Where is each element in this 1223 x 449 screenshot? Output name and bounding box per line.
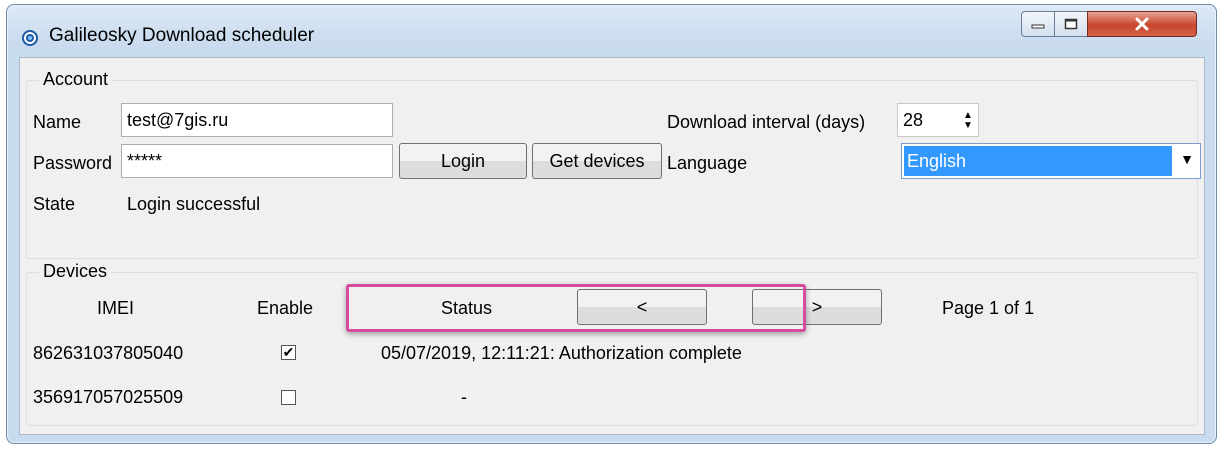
login-button[interactable]: Login [399, 143, 527, 179]
devices-group-title: Devices [39, 261, 112, 282]
checkmark-icon: ✔ [282, 344, 295, 360]
chevron-down-icon[interactable]: ▼ [1180, 151, 1194, 167]
state-value: Login successful [127, 194, 261, 214]
title-bar[interactable]: Galileosky Download scheduler [7, 5, 1216, 55]
imei-column-header: IMEI [97, 298, 135, 318]
enable-column-header: Enable [257, 298, 314, 318]
minimize-button[interactable] [1021, 11, 1055, 37]
interval-spinner[interactable]: ▲ ▼ [959, 107, 977, 135]
device-imei: 862631037805040 [33, 343, 184, 363]
language-selected-value: English [904, 146, 1172, 176]
app-window: Galileosky Download scheduler Account Na… [6, 4, 1217, 444]
state-label: State [33, 194, 76, 214]
account-group: Account Name test@7gis.ru Password *****… [26, 69, 1201, 259]
galileosky-app-icon [22, 30, 38, 46]
page-indicator: Page 1 of 1 [942, 298, 1035, 318]
device-status: 05/07/2019, 12:11:21: Authorization comp… [381, 343, 742, 363]
device-enable-checkbox[interactable] [281, 390, 296, 405]
password-field[interactable]: ***** [121, 144, 393, 178]
name-label: Name [33, 112, 82, 132]
download-interval-label: Download interval (days) [667, 112, 866, 132]
get-devices-button[interactable]: Get devices [532, 143, 662, 179]
password-label: Password [33, 153, 113, 173]
minimize-icon [1031, 24, 1045, 29]
device-status: - [461, 387, 467, 407]
account-group-title: Account [39, 69, 113, 90]
device-enable-checkbox[interactable]: ✔ [281, 345, 296, 360]
close-button[interactable] [1087, 11, 1197, 37]
window-title: Galileosky Download scheduler [49, 25, 315, 46]
close-icon [1135, 17, 1149, 31]
maximize-icon [1064, 18, 1078, 30]
language-select[interactable]: English ▼ [901, 143, 1201, 179]
device-imei: 356917057025509 [33, 387, 184, 407]
name-field[interactable]: test@7gis.ru [121, 103, 393, 137]
client-area: Account Name test@7gis.ru Password *****… [19, 57, 1205, 435]
status-highlight-box [346, 284, 806, 332]
language-label: Language [667, 153, 748, 173]
maximize-button[interactable] [1054, 11, 1088, 37]
spin-down-icon[interactable]: ▼ [963, 121, 973, 131]
